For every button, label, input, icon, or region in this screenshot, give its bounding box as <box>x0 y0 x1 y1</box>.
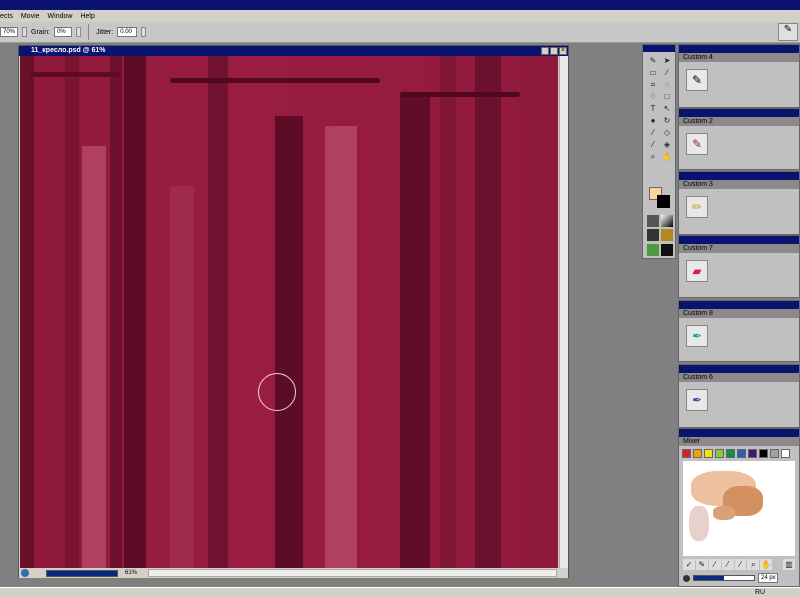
mixer-brush-size-field[interactable]: 24 px <box>758 573 778 583</box>
paint-bucket-icon[interactable]: ◈ <box>661 139 673 150</box>
custom-palette-6: Custom 6 ✒ <box>678 364 800 428</box>
looks-selector-icon[interactable] <box>661 244 673 256</box>
custom-palette-3: Custom 3 ✏ <box>678 171 800 235</box>
gradient-selector-icon[interactable] <box>661 215 673 227</box>
magic-wand-icon[interactable]: ⁄ <box>661 67 673 78</box>
trash-icon[interactable]: ▥ <box>783 559 795 570</box>
mixer-swatch[interactable] <box>682 449 691 458</box>
rect-select-icon[interactable]: ▭ <box>647 67 659 78</box>
document-title: 11_кресло.psd @ 61% <box>19 46 568 56</box>
globe-icon[interactable] <box>21 569 29 577</box>
dodge-icon[interactable]: ● <box>647 115 659 126</box>
eraser-icon[interactable]: ▰ <box>686 260 708 282</box>
custom-palette-2: Custom 2 ✎ <box>678 108 800 170</box>
mixer-swatch[interactable] <box>737 449 746 458</box>
menu-movie[interactable]: Movie <box>21 13 40 20</box>
jitter-spinner[interactable] <box>141 27 147 37</box>
mixer-swatches <box>679 446 799 461</box>
hand-icon[interactable]: ✋ <box>661 151 673 162</box>
palette-title: Custom 4 <box>679 53 799 62</box>
mixer-swatch[interactable] <box>781 449 790 458</box>
mixer-multi-dropper-icon[interactable]: ⁄ <box>734 559 747 570</box>
selection-arrow-icon[interactable]: ↖ <box>661 103 673 114</box>
pen-icon[interactable]: ✒ <box>686 325 708 347</box>
menu-effects[interactable]: ects <box>0 13 13 20</box>
lasso-icon[interactable]: ◌ <box>661 79 673 90</box>
mixer-swatch[interactable] <box>693 449 702 458</box>
palette-title: Custom 3 <box>679 180 799 189</box>
pattern-selector-icon[interactable] <box>647 229 659 241</box>
vertical-scrollbar[interactable] <box>559 56 568 568</box>
jitter-field[interactable]: 0.00 <box>117 27 138 37</box>
weaving-selector-icon[interactable] <box>661 229 673 241</box>
custom-palette-8: Custom 8 ✒ <box>678 300 800 362</box>
mixer-title: Mixer <box>679 437 799 446</box>
mixer-swatch[interactable] <box>726 449 735 458</box>
mixer-pan-icon[interactable]: ✋ <box>760 559 773 570</box>
palette-title: Custom 2 <box>679 117 799 126</box>
mixer-zoom-icon[interactable]: ⌕ <box>747 559 760 570</box>
maximize-button[interactable] <box>550 47 558 55</box>
document-status-bar: 61% <box>19 568 568 578</box>
layer-adjuster-icon[interactable]: ➤ <box>661 55 673 66</box>
pen-icon[interactable]: ♢ <box>647 91 659 102</box>
brush-icon[interactable]: ✎ <box>686 133 708 155</box>
brush-selector-button[interactable]: ✎ <box>778 23 798 41</box>
paper-selector-icon[interactable] <box>647 215 659 227</box>
document-window: 11_кресло.psd @ 61% × 61% <box>18 45 569 578</box>
zoom-slider[interactable] <box>46 569 118 577</box>
eraser-icon[interactable]: ◇ <box>661 127 673 138</box>
custom-palette-4: Custom 4 ✎ <box>678 44 800 108</box>
horizontal-scrollbar[interactable] <box>148 569 557 577</box>
menu-help[interactable]: Help <box>80 13 94 20</box>
app-title-bar <box>0 0 800 10</box>
close-icon[interactable]: × <box>559 47 567 55</box>
taskbar: RU <box>0 587 800 597</box>
rotate-icon[interactable]: ↻ <box>661 115 673 126</box>
mixer-swatch[interactable] <box>704 449 713 458</box>
mixer-brush-size-slider[interactable] <box>693 575 755 581</box>
grain-spinner[interactable] <box>76 27 82 37</box>
grain-label: Grain: <box>31 28 51 36</box>
mixer-swatch[interactable] <box>715 449 724 458</box>
mixer-swatch[interactable] <box>759 449 768 458</box>
zoom-level: 61% <box>125 570 138 576</box>
menu-window[interactable]: Window <box>48 13 73 20</box>
painting-canvas[interactable] <box>20 56 558 568</box>
opacity-spinner[interactable] <box>22 27 27 37</box>
menu-bar: ects Movie Window Help <box>0 10 800 22</box>
mixer-pad[interactable] <box>683 461 795 556</box>
mixer-brush-icon[interactable]: ✎ <box>695 559 708 570</box>
palette-title: Custom 6 <box>679 373 799 382</box>
mixer-palette: Mixer ✓ ✎ ⁄ ⁄ ⁄ ⌕ ✋ ▥ 24 px <box>678 428 800 587</box>
mixer-dirty-brush-icon[interactable]: ✓ <box>683 559 695 570</box>
mixer-swatch[interactable] <box>770 449 779 458</box>
pen-icon[interactable]: ✒ <box>686 389 708 411</box>
cloner-icon[interactable]: ⁄ <box>647 127 659 138</box>
palette-title: Custom 8 <box>679 309 799 318</box>
magnifier-icon[interactable]: ⌕ <box>647 151 659 162</box>
mixer-swatch[interactable] <box>748 449 757 458</box>
toolbox: ✎ ➤ ▭ ⁄ ⌗ ◌ ♢ □ T ↖ ● ↻ ⁄ ◇ ⁄ ◈ ⌕ ✋ <box>642 44 676 259</box>
language-indicator[interactable]: RU <box>755 589 765 597</box>
brush-tool-icon[interactable]: ✎ <box>647 55 659 66</box>
dropper-icon[interactable]: ⁄ <box>647 139 659 150</box>
opacity-field[interactable]: 70% <box>0 27 18 37</box>
text-icon[interactable]: T <box>647 103 659 114</box>
brush-cursor <box>258 373 296 411</box>
brush-icon[interactable]: ✎ <box>686 69 708 91</box>
crop-icon[interactable]: ⌗ <box>647 79 659 90</box>
mixer-knife-icon[interactable]: ⁄ <box>708 559 721 570</box>
rectangle-shape-icon[interactable]: □ <box>661 91 673 102</box>
mixer-dropper-icon[interactable]: ⁄ <box>721 559 734 570</box>
palette-title: Custom 7 <box>679 244 799 253</box>
secondary-color-swatch[interactable] <box>657 195 670 208</box>
property-bar: 70% Grain: 0% Jitter: 0.00 ✎ <box>0 22 800 43</box>
pencil-icon[interactable]: ✏ <box>686 196 708 218</box>
custom-palette-7: Custom 7 ▰ <box>678 235 800 298</box>
minimize-button[interactable] <box>541 47 549 55</box>
jitter-label: Jitter: <box>96 28 114 36</box>
nozzle-selector-icon[interactable] <box>647 244 659 256</box>
grain-field[interactable]: 0% <box>54 27 73 37</box>
